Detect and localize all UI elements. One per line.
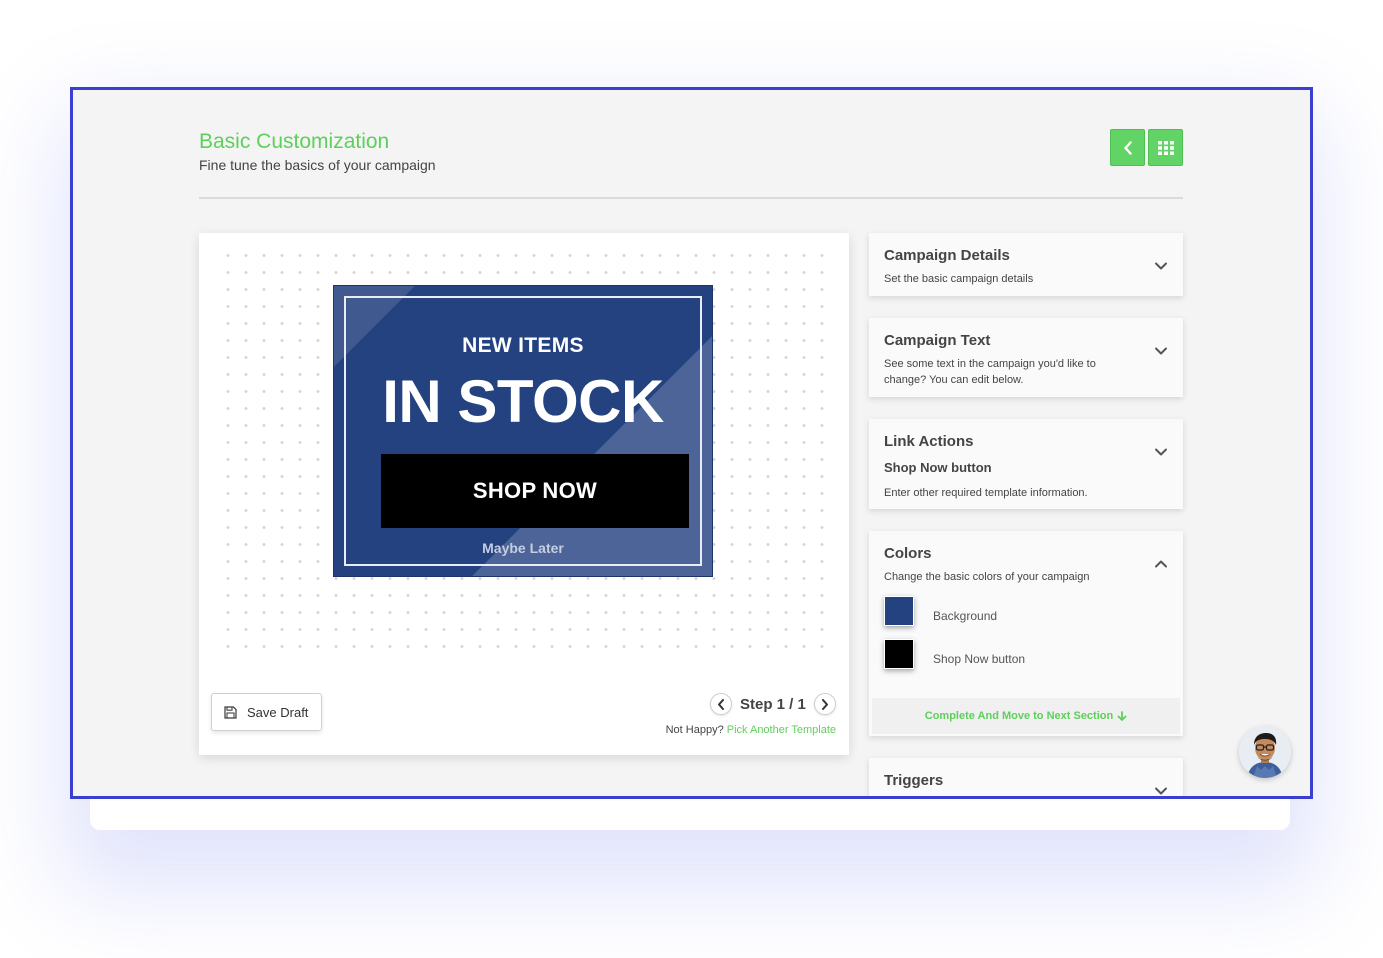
person-avatar-icon <box>1239 726 1291 778</box>
complete-next-section-button[interactable]: Complete And Move to Next Section <box>872 698 1180 734</box>
not-happy-row: Not Happy? Pick Another Template <box>666 724 836 736</box>
section-subtitle: Set the basic campaign details <box>884 273 1034 285</box>
section-link-actions[interactable]: Link Actions Shop Now button Enter other… <box>869 419 1183 509</box>
chevron-left-icon <box>1123 140 1132 155</box>
section-title: Triggers <box>884 772 944 789</box>
save-draft-button[interactable]: Save Draft <box>211 693 322 731</box>
section-subtitle: Enter other required template informatio… <box>884 487 1088 499</box>
link-action-item[interactable]: Shop Now button <box>884 460 992 475</box>
chevron-right-icon <box>821 698 828 710</box>
chevron-left-icon <box>718 698 724 710</box>
chevron-down-icon[interactable] <box>1154 447 1168 457</box>
app-window: Basic Customization Fine tune the basics… <box>70 87 1313 799</box>
chevron-down-icon[interactable] <box>1154 261 1168 271</box>
banner-inner-border: NEW ITEMS IN STOCK SHOP NOW Maybe Later <box>344 296 702 566</box>
section-subtitle: Change the basic colors of your campaign <box>884 571 1090 583</box>
save-draft-label: Save Draft <box>247 704 309 720</box>
complete-next-section-label: Complete And Move to Next Section <box>924 710 1114 722</box>
section-campaign-text[interactable]: Campaign Text See some text in the campa… <box>869 318 1183 397</box>
banner-maybe-later-link[interactable]: Maybe Later <box>346 540 700 556</box>
section-subtitle-line2: change? You can edit below. <box>884 374 1024 386</box>
section-colors: Colors Change the basic colors of your c… <box>869 531 1183 736</box>
pick-another-template-link[interactable]: Pick Another Template <box>727 724 836 736</box>
page-title: Basic Customization <box>199 130 390 153</box>
campaign-banner-preview[interactable]: NEW ITEMS IN STOCK SHOP NOW Maybe Later <box>333 285 713 577</box>
chevron-down-icon[interactable] <box>1154 786 1168 796</box>
template-grid-button[interactable] <box>1148 129 1183 166</box>
support-chat-avatar[interactable] <box>1239 726 1291 778</box>
next-step-button[interactable] <box>813 693 836 715</box>
step-indicator: Step 1 / 1 <box>740 695 806 713</box>
not-happy-text: Not Happy? <box>665 724 724 736</box>
preview-card: NEW ITEMS IN STOCK SHOP NOW Maybe Later … <box>199 233 849 755</box>
section-title: Colors <box>884 545 932 562</box>
section-subtitle-line1: See some text in the campaign you'd like… <box>884 358 1096 370</box>
step-navigation: Step 1 / 1 <box>710 693 836 715</box>
background-color-swatch[interactable] <box>884 596 914 626</box>
banner-headline-large: IN STOCK <box>382 368 664 435</box>
chevron-down-icon[interactable] <box>1154 346 1168 356</box>
section-title: Link Actions <box>884 433 974 450</box>
section-campaign-details[interactable]: Campaign Details Set the basic campaign … <box>869 233 1183 296</box>
back-button[interactable] <box>1110 129 1145 166</box>
chevron-up-icon[interactable] <box>1154 559 1168 569</box>
page-subtitle: Fine tune the basics of your campaign <box>199 157 436 173</box>
banner-shop-now-button[interactable]: SHOP NOW <box>381 454 689 528</box>
section-title: Campaign Details <box>884 247 1010 264</box>
floppy-disk-icon <box>224 705 237 719</box>
arrow-down-icon <box>1117 710 1127 721</box>
banner-headline-small: NEW ITEMS <box>462 334 584 357</box>
background-color-label: Background <box>933 609 998 623</box>
shop-now-color-swatch[interactable] <box>884 639 914 669</box>
previous-step-button[interactable] <box>710 693 732 715</box>
section-title: Campaign Text <box>884 332 991 349</box>
header-divider <box>199 197 1183 199</box>
shop-now-color-label: Shop Now button <box>933 652 1026 666</box>
section-triggers[interactable]: Triggers <box>869 758 1183 796</box>
grid-icon <box>1157 140 1174 155</box>
